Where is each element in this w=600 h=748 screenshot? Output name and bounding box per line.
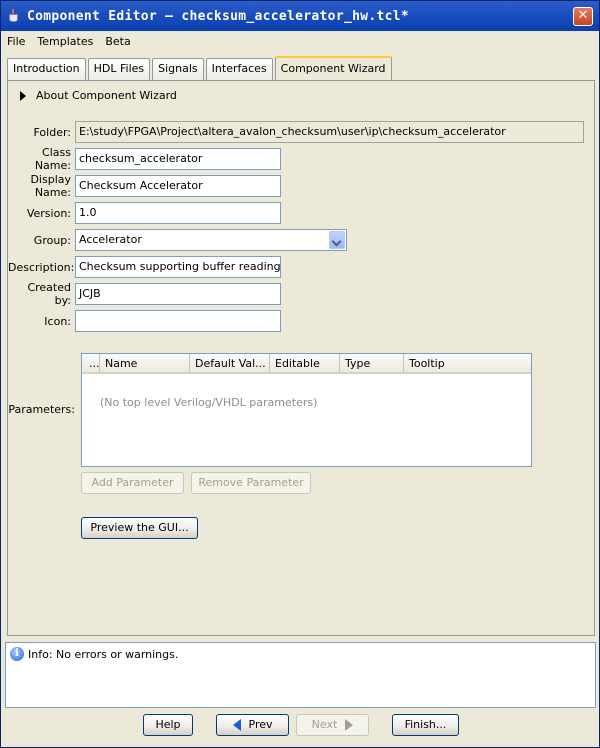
message-panel: i Info: No errors or warnings. (5, 642, 596, 708)
chevron-down-icon[interactable] (329, 231, 345, 249)
class-name-input[interactable]: checksum_accelerator (75, 148, 281, 170)
folder-row: Folder: E:\study\FPGA\Project\altera_ava… (8, 121, 584, 143)
icon-label: Icon: (44, 314, 71, 328)
display-name-label: Display Name: (30, 173, 71, 199)
version-label: Version: (26, 206, 71, 220)
close-button[interactable]: ✕ (573, 7, 593, 26)
description-label: Description: (8, 260, 75, 274)
next-label: Next (311, 718, 338, 731)
column-header-default-value[interactable]: Default Val... (190, 354, 270, 372)
component-editor-window: Component Editor – checksum_accelerator_… (0, 0, 600, 748)
column-header-index[interactable]: ... (82, 354, 100, 372)
tab-hdl-files[interactable]: HDL Files (87, 58, 151, 80)
help-button[interactable]: Help (143, 714, 193, 736)
group-label: Group: (33, 233, 71, 247)
display-name-input[interactable]: Checksum Accelerator (75, 175, 281, 197)
menu-templates[interactable]: Templates (31, 35, 99, 48)
version-input[interactable]: 1.0 (75, 202, 281, 224)
prev-label: Prev (248, 718, 273, 731)
title-bar[interactable]: Component Editor – checksum_accelerator_… (1, 1, 599, 31)
icon-input[interactable] (75, 310, 281, 332)
next-button[interactable]: Next (296, 714, 369, 736)
created-by-row: Created by: JCJB (8, 281, 281, 307)
remove-parameter-button[interactable]: Remove Parameter (191, 472, 311, 494)
group-row: Group: Accelerator (8, 229, 347, 251)
tab-component-wizard[interactable]: Component Wizard (274, 56, 392, 81)
group-select[interactable]: Accelerator (75, 229, 347, 251)
class-name-row: Class Name: checksum_accelerator (8, 146, 281, 172)
window-title: Component Editor – checksum_accelerator_… (27, 8, 409, 24)
menu-bar: File Templates Beta (1, 31, 599, 51)
column-header-tooltip[interactable]: Tooltip (404, 354, 531, 372)
finish-button[interactable]: Finish... (392, 714, 459, 736)
arrow-left-icon (232, 719, 241, 731)
tab-interfaces[interactable]: Interfaces (205, 58, 273, 80)
folder-field: E:\study\FPGA\Project\altera_avalon_chec… (75, 121, 584, 143)
created-by-label: Created by: (27, 281, 71, 307)
group-select-value: Accelerator (79, 233, 142, 246)
tab-strip: Introduction HDL Files Signals Interface… (7, 56, 394, 81)
parameters-empty-message: (No top level Verilog/VHDL parameters) (100, 396, 318, 409)
tab-introduction[interactable]: Introduction (7, 58, 86, 80)
java-cup-icon (7, 9, 21, 23)
expand-triangle-icon (20, 90, 26, 101)
component-wizard-panel: About Component Wizard Folder: E:\study\… (7, 80, 595, 636)
icon-row: Icon: (8, 310, 281, 332)
info-icon: i (10, 647, 24, 661)
column-header-type[interactable]: Type (340, 354, 404, 372)
menu-file[interactable]: File (1, 35, 31, 48)
parameters-table[interactable]: ... Name Default Val... Editable Type To… (81, 353, 532, 467)
tab-signals[interactable]: Signals (152, 58, 204, 80)
column-header-name[interactable]: Name (100, 354, 190, 372)
parameters-table-header: ... Name Default Val... Editable Type To… (82, 354, 531, 374)
version-row: Version: 1.0 (8, 202, 281, 224)
status-line: i Info: No errors or warnings. (10, 647, 178, 661)
arrow-right-icon (345, 719, 354, 731)
description-row: Description: Checksum supporting buffer … (8, 256, 281, 278)
created-by-input[interactable]: JCJB (75, 283, 281, 305)
column-header-editable[interactable]: Editable (270, 354, 340, 372)
description-input[interactable]: Checksum supporting buffer reading (75, 256, 281, 278)
preview-gui-button[interactable]: Preview the GUI... (81, 517, 198, 539)
prev-button[interactable]: Prev (216, 714, 289, 736)
class-name-label: Class Name: (34, 146, 71, 172)
folder-label: Folder: (33, 125, 71, 139)
about-toggle[interactable]: About Component Wizard (20, 89, 177, 102)
display-name-row: Display Name: Checksum Accelerator (8, 173, 281, 199)
about-label: About Component Wizard (36, 89, 177, 102)
add-parameter-button[interactable]: Add Parameter (81, 472, 184, 494)
status-message: Info: No errors or warnings. (28, 647, 179, 661)
menu-beta[interactable]: Beta (99, 35, 136, 48)
parameters-label: Parameters: (8, 403, 75, 416)
